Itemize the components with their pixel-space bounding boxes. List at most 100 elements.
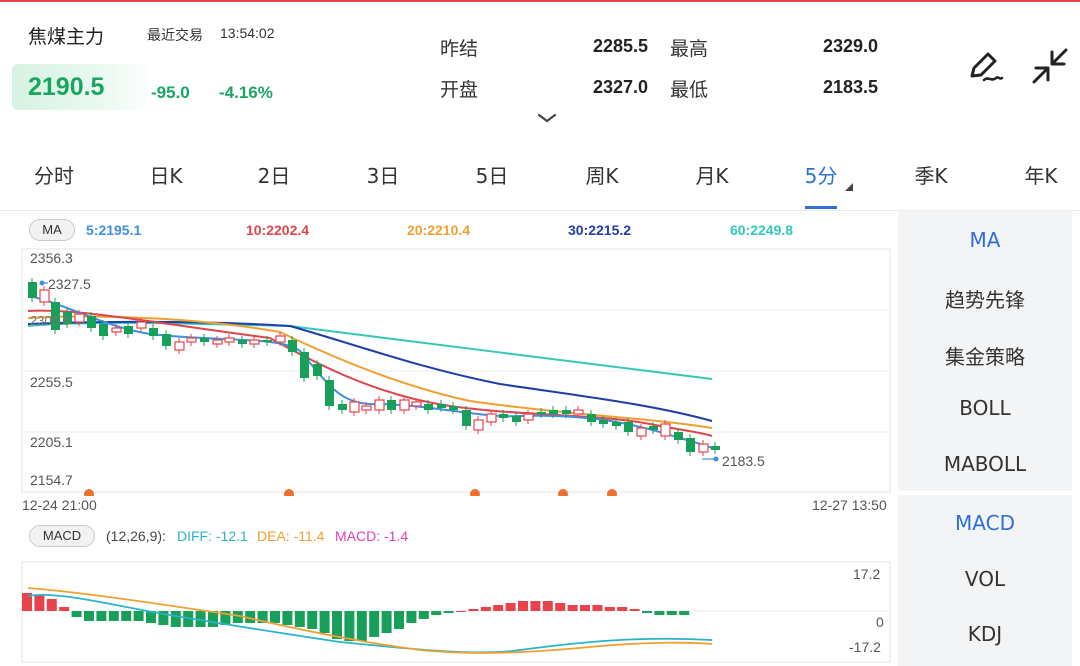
macd-bar <box>294 611 305 627</box>
candle <box>437 404 446 408</box>
candle <box>624 422 633 432</box>
macd-bar <box>418 611 429 619</box>
macd-chart[interactable]: 17.2 0 -17.2 <box>0 560 895 666</box>
candle <box>300 352 309 378</box>
recent-trade-label: 最近交易 <box>147 28 203 44</box>
macd-axis-zero: 0 <box>876 614 884 630</box>
tab-2day[interactable]: 2日 <box>250 160 298 189</box>
candle <box>186 337 197 343</box>
tab-5min[interactable]: 5分 <box>797 160 845 189</box>
macd-axis-bottom: -17.2 <box>849 639 881 655</box>
tab-3day[interactable]: 3日 <box>359 160 407 189</box>
macd-bar <box>381 611 392 633</box>
event-dot <box>84 489 94 496</box>
candle <box>499 414 508 418</box>
price-axis-top: 2356.3 <box>30 250 73 266</box>
macd-bar <box>431 611 442 615</box>
quote-label-low: 最低 <box>670 79 709 101</box>
quote-label-high: 最高 <box>670 38 709 60</box>
candle <box>424 404 433 410</box>
candle <box>449 406 458 410</box>
candle <box>473 419 484 431</box>
candle <box>562 410 571 414</box>
time-axis-start: 12-24 21:00 <box>22 497 97 513</box>
macd-bar <box>542 601 553 611</box>
side-item-maboll[interactable]: MABOLL <box>898 452 1072 476</box>
macd-bar <box>592 605 603 611</box>
candle <box>349 401 360 413</box>
macd-bar <box>108 611 119 621</box>
tab-daily-k[interactable]: 日K <box>142 160 190 189</box>
candle <box>660 423 671 437</box>
chevron-down-icon[interactable] <box>536 112 558 124</box>
macd-bar <box>493 605 504 611</box>
tab-monthly-k[interactable]: 月K <box>688 160 736 189</box>
macd-bar <box>96 611 107 621</box>
quote-value-open: 2327.0 <box>592 77 648 97</box>
price-change: -95.0 <box>151 83 190 102</box>
side-item-jijin-strategy[interactable]: 集金策略 <box>898 341 1072 370</box>
quote-label-prev-settle: 昨结 <box>440 38 479 60</box>
candle <box>486 413 497 423</box>
low-mark-label: 2183.5 <box>722 453 765 469</box>
macd-bar <box>443 611 454 613</box>
kline-chart[interactable]: 2356.3 2255.5 2205.1 2154.7 2327.5 2305.… <box>0 246 895 496</box>
price-axis-bottom: 2154.7 <box>30 472 73 488</box>
side-item-boll[interactable]: BOLL <box>898 396 1072 420</box>
side-item-vol[interactable]: VOL <box>898 567 1072 591</box>
tab-weekly-k[interactable]: 周K <box>578 160 626 189</box>
side-item-macd[interactable]: MACD <box>898 511 1072 535</box>
pen-draw-icon[interactable] <box>964 46 1004 86</box>
macd-macd-value: MACD: -1.4 <box>335 528 409 544</box>
macd-bar <box>319 611 330 633</box>
candle <box>636 427 647 437</box>
macd-bar <box>555 603 566 611</box>
collapse-arrows-icon[interactable] <box>1030 46 1070 86</box>
macd-bar <box>270 611 280 623</box>
candle <box>649 426 658 430</box>
side-item-kdj[interactable]: KDJ <box>898 622 1072 646</box>
period-dropdown-icon[interactable] <box>845 183 853 191</box>
tab-intraday[interactable]: 分时 <box>30 160 78 189</box>
macd-bar <box>394 611 404 629</box>
price-change-pct: -4.16% <box>219 83 273 102</box>
macd-bar <box>46 599 57 611</box>
event-dot <box>284 489 294 496</box>
ma-indicator-badge[interactable]: MA <box>29 219 75 241</box>
macd-bar <box>456 611 466 612</box>
macd-bar <box>71 611 82 617</box>
candle <box>686 438 695 452</box>
macd-bar <box>59 607 70 611</box>
candle <box>599 420 608 424</box>
candle <box>512 416 521 422</box>
candle <box>361 405 372 411</box>
candle <box>174 341 185 351</box>
macd-bar <box>121 611 132 621</box>
candle <box>111 327 122 333</box>
candle <box>587 414 596 422</box>
candle <box>136 321 147 329</box>
macd-indicator-badge[interactable]: MACD <box>29 525 95 547</box>
tab-quarterly-k[interactable]: 季K <box>907 160 955 189</box>
macd-bar <box>480 607 491 611</box>
macd-bar <box>344 611 355 641</box>
macd-bar <box>84 611 94 621</box>
contract-name: 焦煤主力 <box>28 26 105 48</box>
side-item-trend-pioneer[interactable]: 趋势先锋 <box>898 284 1072 313</box>
macd-bar <box>666 611 677 615</box>
candle <box>124 326 133 334</box>
macd-bar <box>654 611 665 615</box>
side-item-ma[interactable]: MA <box>898 228 1072 252</box>
tab-yearly-k[interactable]: 年K <box>1017 160 1065 189</box>
event-dot <box>558 489 568 496</box>
high-mark-label: 2327.5 <box>48 276 91 292</box>
macd-bar <box>518 601 528 611</box>
macd-bar <box>356 611 367 641</box>
last-price: 2190.5 <box>28 73 105 101</box>
candle <box>399 399 410 411</box>
active-tab-indicator <box>805 206 837 209</box>
candle <box>573 409 584 415</box>
tab-5day[interactable]: 5日 <box>468 160 516 189</box>
macd-bar <box>679 611 690 615</box>
candle <box>325 380 334 406</box>
